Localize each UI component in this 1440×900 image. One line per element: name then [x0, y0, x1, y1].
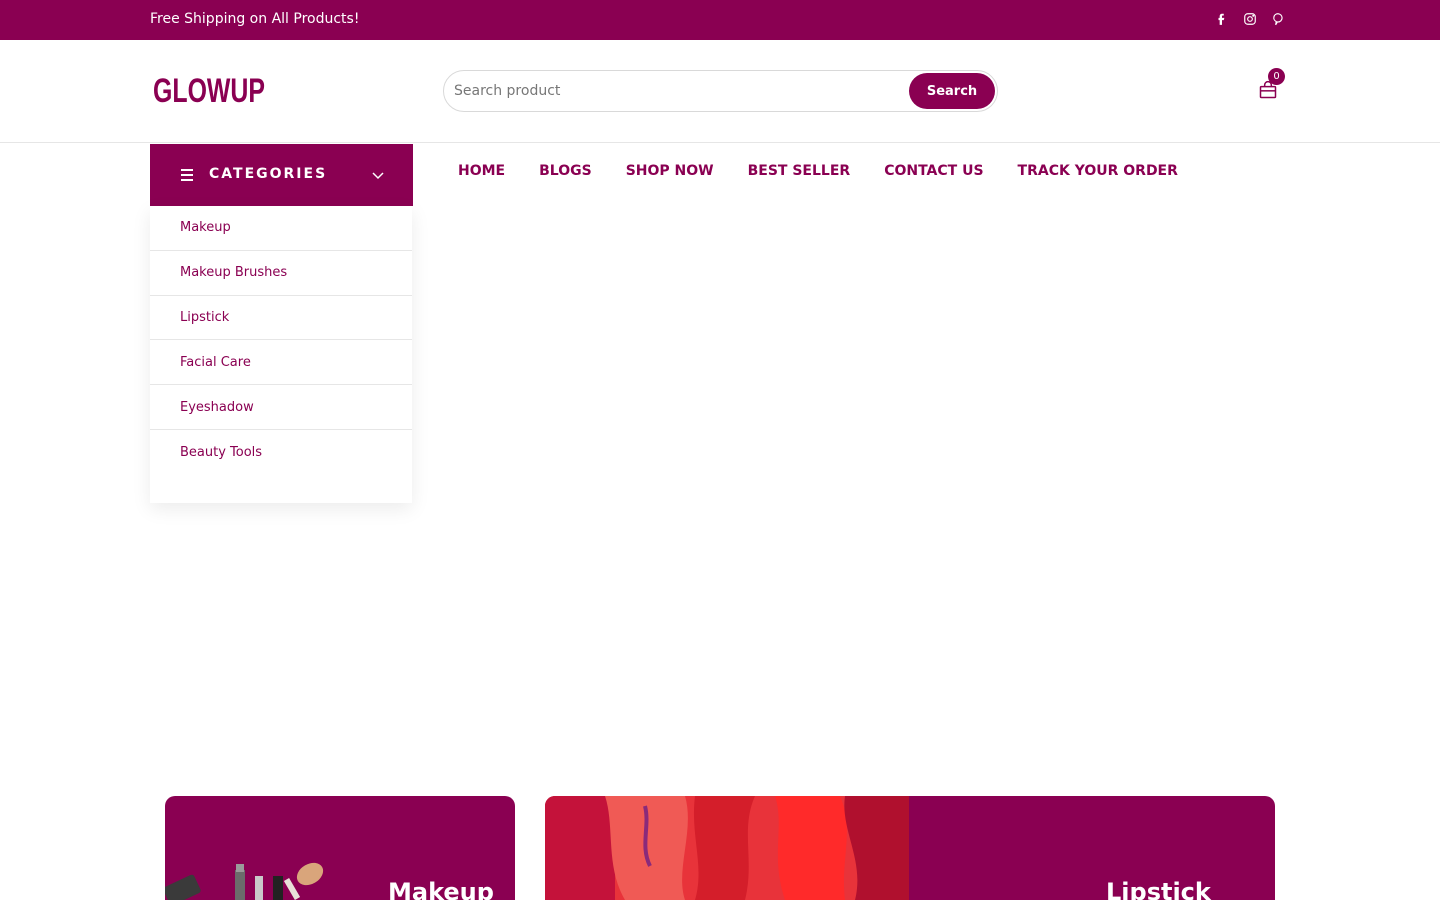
site-header: GLOWUP Search 0: [0, 40, 1440, 143]
categories-toggle[interactable]: CATEGORIES: [150, 144, 413, 206]
makeup-banner[interactable]: Makeup: [165, 796, 515, 900]
promo-text: Free Shipping on All Products!: [150, 11, 360, 27]
search-bar: Search: [443, 70, 998, 112]
nav-blogs[interactable]: BLOGS: [539, 163, 592, 179]
pinterest-icon[interactable]: [1271, 10, 1285, 28]
nav-best-seller[interactable]: BEST SELLER: [748, 163, 851, 179]
menu-icon: [181, 169, 193, 181]
category-item-lipstick[interactable]: Lipstick: [150, 296, 412, 341]
top-announcement-bar: Free Shipping on All Products!: [0, 0, 1440, 40]
svg-text:GLOWUP: GLOWUP: [153, 72, 265, 110]
category-item-makeup[interactable]: Makeup: [150, 206, 412, 251]
nav-home[interactable]: HOME: [458, 163, 505, 179]
cart-button[interactable]: 0: [1256, 68, 1286, 104]
search-input[interactable]: [454, 71, 904, 111]
category-item-makeup-brushes[interactable]: Makeup Brushes: [150, 251, 412, 296]
lipstick-smear-image: [545, 796, 909, 900]
category-item-eyeshadow[interactable]: Eyeshadow: [150, 385, 412, 430]
nav-contact-us[interactable]: CONTACT US: [884, 163, 983, 179]
lipstick-banner-title: Lipstick: [1106, 878, 1211, 900]
main-nav: HOME BLOGS SHOP NOW BEST SELLER CONTACT …: [458, 163, 1178, 179]
social-links: [1215, 10, 1285, 28]
categories-dropdown: Makeup Makeup Brushes Lipstick Facial Ca…: [150, 206, 412, 503]
categories-title: CATEGORIES: [209, 166, 328, 182]
makeup-products-image: [165, 862, 324, 900]
nav-shop-now[interactable]: SHOP NOW: [626, 163, 714, 179]
lipstick-banner[interactable]: Lipstick: [545, 796, 1275, 900]
nav-track-order[interactable]: TRACK YOUR ORDER: [1018, 163, 1178, 179]
makeup-banner-title: Makeup: [388, 878, 494, 900]
glowup-logo[interactable]: GLOWUP: [153, 70, 267, 110]
cart-count-badge: 0: [1268, 68, 1285, 85]
category-item-beauty-tools[interactable]: Beauty Tools: [150, 430, 412, 475]
facebook-icon[interactable]: [1215, 10, 1229, 28]
search-button[interactable]: Search: [909, 73, 995, 109]
chevron-down-icon: [371, 168, 385, 182]
instagram-icon[interactable]: [1243, 10, 1257, 28]
category-item-facial-care[interactable]: Facial Care: [150, 340, 412, 386]
